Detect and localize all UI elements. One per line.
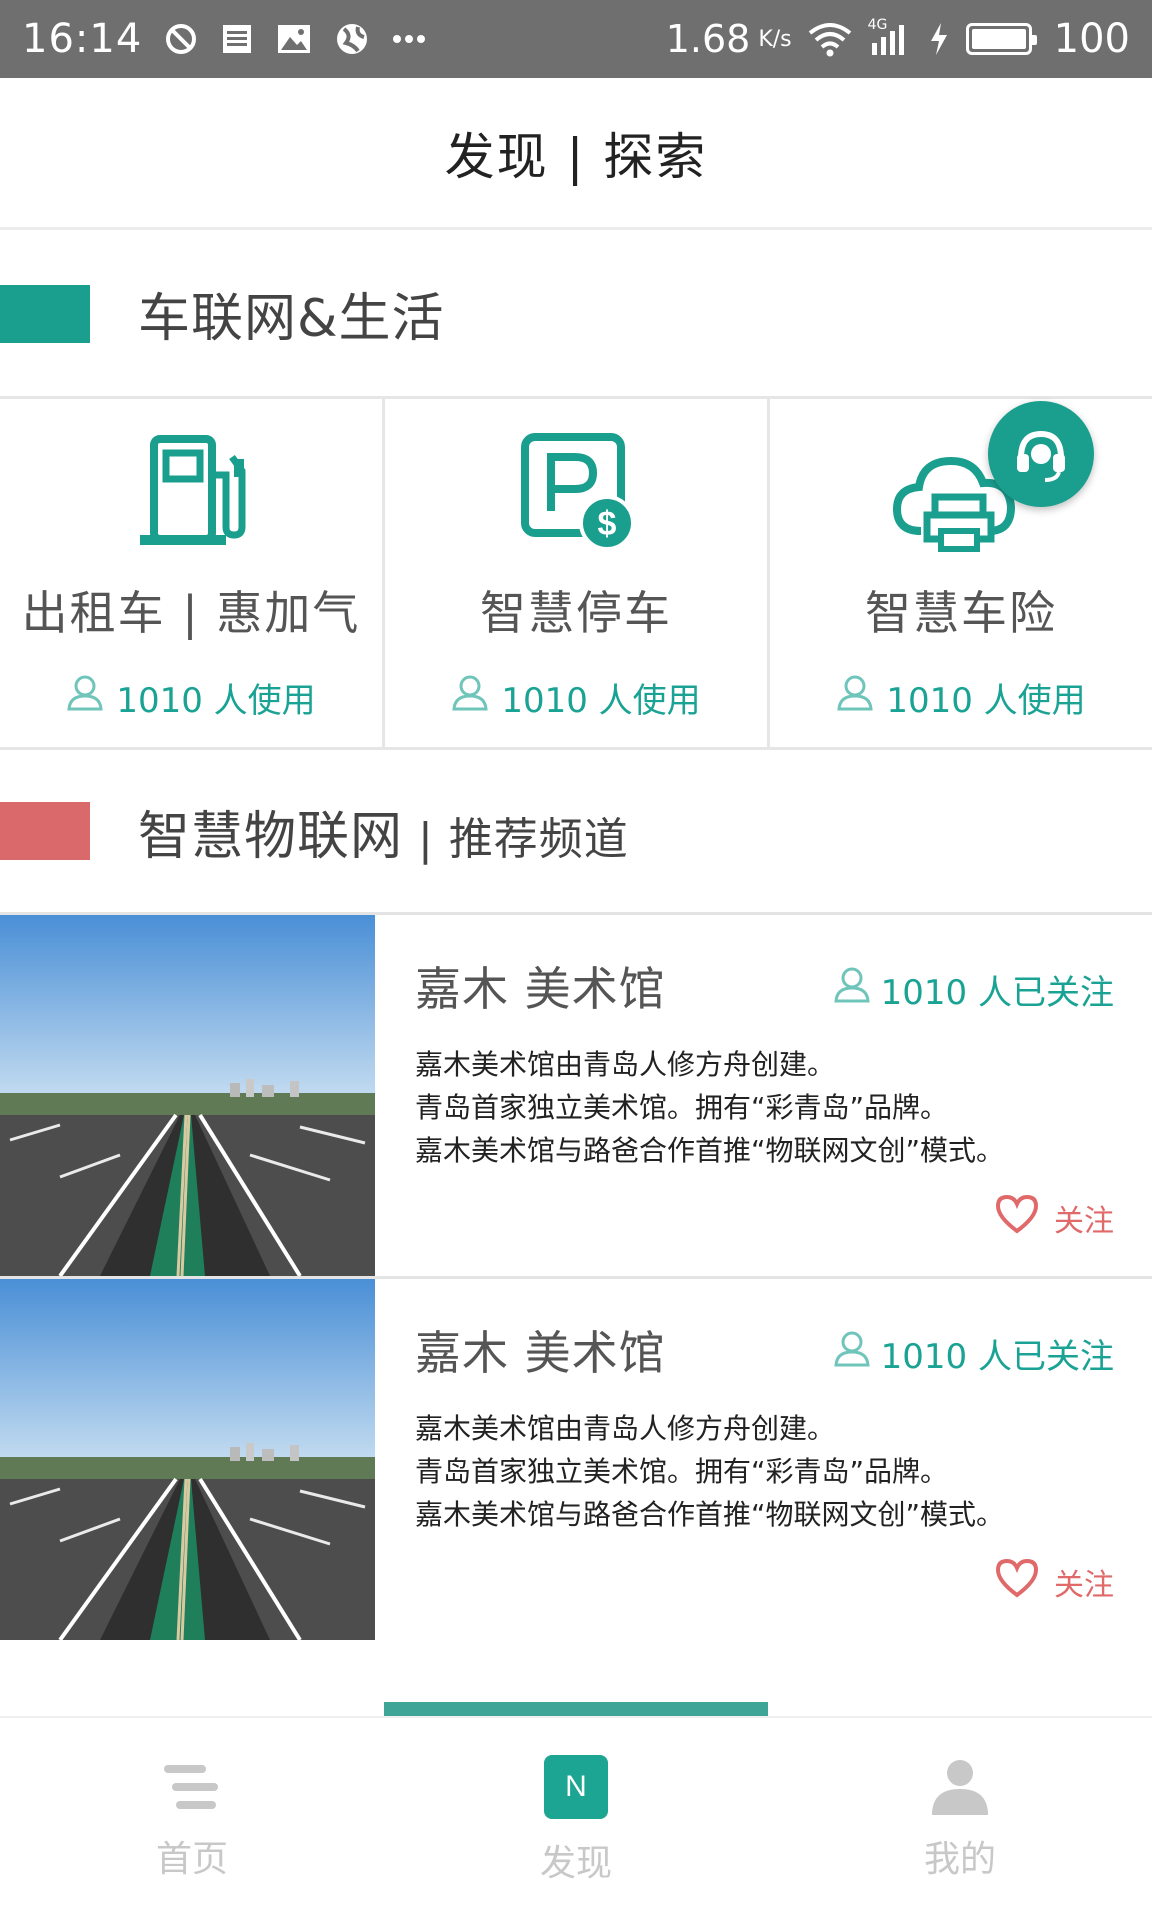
follow-label: 关注 bbox=[1054, 1204, 1114, 1239]
follower-count: 1010 人已关注 bbox=[833, 1329, 1114, 1378]
battery-level: 100 bbox=[1053, 16, 1130, 62]
list-item-body: 嘉木 美术馆 1010 人已关注 嘉木美术馆由青岛人修方舟创建。 青岛首家独立美… bbox=[375, 915, 1152, 1276]
channel-description: 嘉木美术馆由青岛人修方舟创建。 青岛首家独立美术馆。拥有“彩青岛”品牌。 嘉木美… bbox=[415, 1407, 1004, 1536]
user-outline-icon bbox=[451, 674, 489, 721]
follow-button[interactable]: 关注 bbox=[994, 1193, 1114, 1243]
user-outline-icon bbox=[66, 674, 104, 721]
nav-item-home[interactable]: 首页 bbox=[0, 1718, 384, 1920]
network-type: 4G bbox=[867, 17, 888, 33]
channel-title: 嘉木 美术馆 bbox=[415, 962, 666, 1016]
do-not-disturb-icon bbox=[164, 22, 198, 56]
follower-count-text: 1010 人已关注 bbox=[880, 1337, 1114, 1377]
section-title: 车联网&生活 bbox=[138, 289, 445, 349]
channel-description: 嘉木美术馆由青岛人修方舟创建。 青岛首家独立美术馆。拥有“彩青岛”品牌。 嘉木美… bbox=[415, 1043, 1004, 1172]
service-name: 出租车 | 惠加气 bbox=[21, 586, 361, 640]
service-usage-text: 1010 人使用 bbox=[501, 681, 701, 721]
title-bar: 发现 | 探索 bbox=[0, 78, 1152, 230]
section-header-iot: 智慧物联网 | 推荐频道 bbox=[0, 751, 1152, 911]
service-card-taxi-fuel[interactable]: 出租车 | 惠加气 1010 人使用 bbox=[0, 399, 382, 747]
service-usage: 1010 人使用 bbox=[836, 673, 1086, 722]
follower-count-text: 1010 人已关注 bbox=[880, 973, 1114, 1013]
battery-icon bbox=[965, 23, 1037, 55]
headset-icon bbox=[1017, 430, 1065, 482]
service-usage: 1010 人使用 bbox=[451, 673, 701, 722]
service-name: 智慧车险 bbox=[865, 586, 1057, 640]
nav-item-mine[interactable]: 我的 bbox=[768, 1718, 1152, 1920]
highway-thumbnail bbox=[0, 915, 375, 1276]
network-speed-unit: K/s bbox=[758, 26, 792, 52]
customer-service-button[interactable] bbox=[988, 401, 1094, 507]
vpn-globe-icon bbox=[334, 21, 370, 57]
wifi-icon bbox=[808, 21, 852, 57]
heart-icon bbox=[994, 1193, 1040, 1243]
highway-thumbnail bbox=[0, 1279, 375, 1640]
nav-item-discover[interactable]: N 发现 bbox=[384, 1718, 768, 1920]
description-line: 青岛首家独立美术馆。拥有“彩青岛”品牌。 bbox=[415, 1091, 949, 1124]
service-usage: 1010 人使用 bbox=[66, 673, 316, 722]
service-card-smart-insurance[interactable]: 智慧车险 1010 人使用 bbox=[767, 399, 1152, 747]
channel-list: 嘉木 美术馆 1010 人已关注 嘉木美术馆由青岛人修方舟创建。 青岛首家独立美… bbox=[0, 912, 1152, 1640]
user-outline-icon bbox=[836, 674, 874, 721]
list-item-body: 嘉木 美术馆 1010 人已关注 嘉木美术馆由青岛人修方舟创建。 青岛首家独立美… bbox=[375, 1279, 1152, 1640]
fuel-pump-icon bbox=[116, 431, 266, 555]
network-speed: 1.68 bbox=[665, 17, 751, 61]
description-line: 青岛首家独立美术馆。拥有“彩青岛”品牌。 bbox=[415, 1455, 949, 1488]
news-icon bbox=[220, 22, 254, 56]
bottom-nav: 首页 N 发现 我的 bbox=[0, 1716, 1152, 1920]
follower-count: 1010 人已关注 bbox=[833, 965, 1114, 1014]
charging-icon bbox=[928, 21, 950, 57]
discover-badge: N bbox=[544, 1755, 608, 1819]
status-bar: 16:14 1.68 K/s 4G 100 bbox=[0, 0, 1152, 78]
section-title-main: 智慧物联网 bbox=[138, 806, 404, 867]
service-usage-text: 1010 人使用 bbox=[116, 681, 316, 721]
follow-button[interactable]: 关注 bbox=[994, 1557, 1114, 1607]
n-badge-icon: N bbox=[538, 1754, 614, 1820]
signal-icon: 4G bbox=[868, 17, 912, 57]
status-time: 16:14 bbox=[22, 16, 143, 62]
description-line: 嘉木美术馆由青岛人修方舟创建。 bbox=[415, 1048, 836, 1081]
section-accent-bar bbox=[0, 802, 90, 860]
more-notifications-icon bbox=[392, 34, 426, 44]
nav-label: 我的 bbox=[923, 1839, 996, 1880]
description-line: 嘉木美术馆与路爸合作首推“物联网文创”模式。 bbox=[415, 1498, 1005, 1531]
list-item[interactable]: 嘉木 美术馆 1010 人已关注 嘉木美术馆由青岛人修方舟创建。 青岛首家独立美… bbox=[0, 1276, 1152, 1640]
active-tab-indicator bbox=[384, 1702, 768, 1716]
section-subtitle: | 推荐频道 bbox=[403, 813, 629, 865]
service-usage-text: 1010 人使用 bbox=[886, 681, 1086, 721]
user-outline-icon bbox=[833, 1330, 871, 1377]
user-outline-icon bbox=[833, 966, 871, 1013]
page-title: 发现 | 探索 bbox=[444, 127, 708, 186]
heart-icon bbox=[994, 1557, 1040, 1607]
description-line: 嘉木美术馆与路爸合作首推“物联网文创”模式。 bbox=[415, 1134, 1005, 1167]
parking-fee-icon: $ bbox=[501, 431, 651, 555]
list-item[interactable]: 嘉木 美术馆 1010 人已关注 嘉木美术馆由青岛人修方舟创建。 青岛首家独立美… bbox=[0, 912, 1152, 1276]
svg-text:$: $ bbox=[598, 505, 617, 543]
nav-label: 发现 bbox=[539, 1843, 612, 1884]
menu-lines-icon bbox=[154, 1754, 230, 1820]
channel-title: 嘉木 美术馆 bbox=[415, 1326, 666, 1380]
service-name: 智慧停车 bbox=[480, 586, 672, 640]
section-header-iov: 车联网&生活 bbox=[0, 231, 1152, 396]
follow-label: 关注 bbox=[1054, 1568, 1114, 1603]
service-card-smart-parking[interactable]: $ 智慧停车 1010 人使用 bbox=[382, 399, 767, 747]
section-accent-bar bbox=[0, 284, 90, 343]
section-title: 智慧物联网 | 推荐频道 bbox=[138, 794, 629, 869]
description-line: 嘉木美术馆由青岛人修方舟创建。 bbox=[415, 1412, 836, 1445]
user-icon bbox=[922, 1754, 998, 1820]
nav-label: 首页 bbox=[155, 1839, 228, 1880]
services-grid: 出租车 | 惠加气 1010 人使用 $ 智慧停车 1010 人使用 智慧车险 … bbox=[0, 396, 1152, 750]
gallery-icon bbox=[276, 23, 312, 55]
